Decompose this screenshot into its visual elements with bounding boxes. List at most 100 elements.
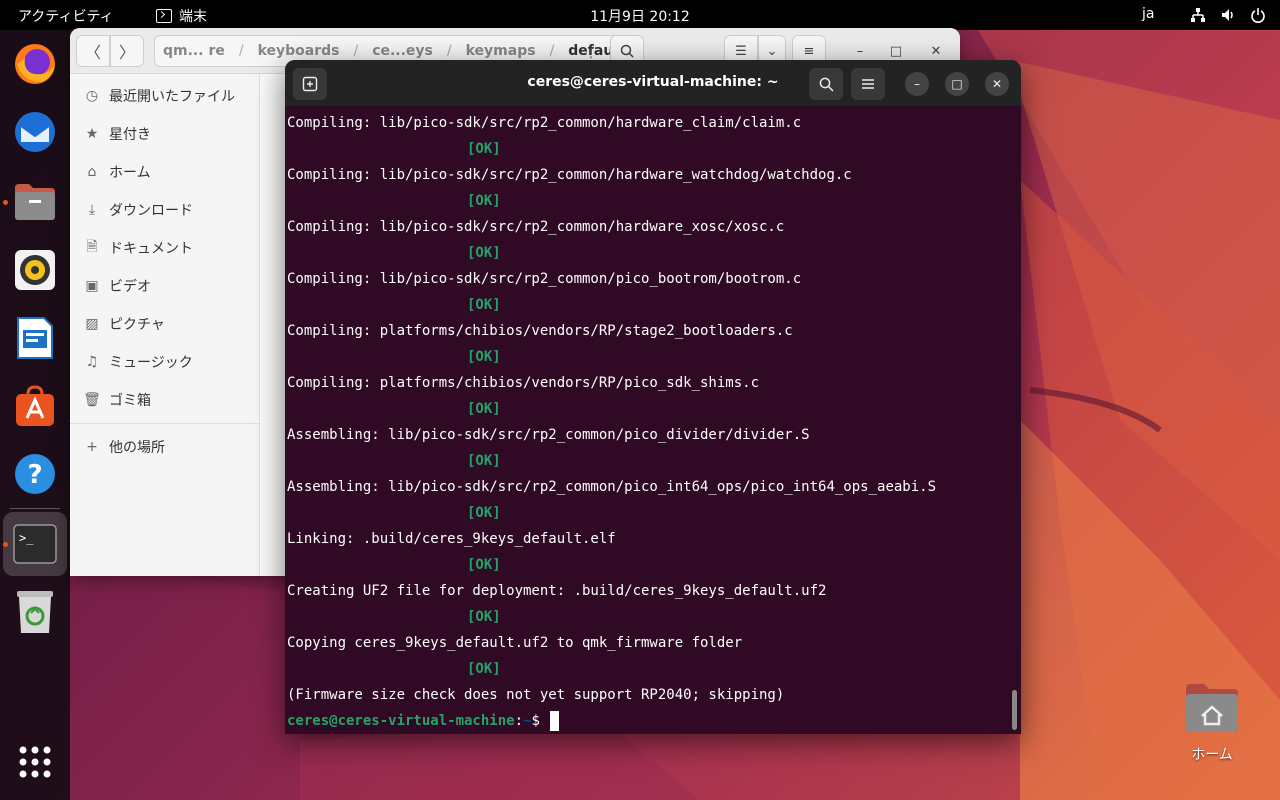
terminal-prompt-line[interactable]: ceres@ceres-virtual-machine:~$ xyxy=(287,708,560,734)
places-sidebar: ◷ 最近開いたファイル ★ 星付き ⌂ ホーム ⤓ ダウンロード 🗎 ドキュメント ▣ ビデ… xyxy=(70,74,260,576)
home-icon: ⌂ xyxy=(87,164,97,180)
input-language-indicator[interactable]: ja xyxy=(1142,6,1154,22)
terminal-minimize-button[interactable]: – xyxy=(905,72,929,96)
svg-text:>_: >_ xyxy=(19,531,34,545)
terminal-ok-line: [OK] xyxy=(467,661,501,677)
sidebar-item-label: 他の場所 xyxy=(109,440,165,456)
terminal-ok-line: [OK] xyxy=(467,609,501,625)
clock-icon: ◷ xyxy=(85,88,99,104)
dock-separator xyxy=(10,508,60,509)
kebab-menu-icon: ⋮ xyxy=(584,45,598,61)
close-icon: ✕ xyxy=(930,43,942,59)
thunderbird-icon[interactable] xyxy=(11,108,59,156)
home-folder-icon xyxy=(1186,684,1238,732)
chevron-down-icon: ⌄ xyxy=(766,43,778,59)
terminal-line: Assembling: lib/pico-sdk/src/rp2_common/… xyxy=(287,479,937,495)
writer-icon[interactable] xyxy=(11,314,59,362)
help-icon[interactable]: ? xyxy=(11,450,59,498)
activities-button[interactable]: アクティビティ xyxy=(18,6,114,26)
terminal-ok-line: [OK] xyxy=(467,505,501,521)
forward-button[interactable]: 〉 xyxy=(110,35,144,67)
picture-icon: ▨ xyxy=(85,316,99,332)
path-separator: / xyxy=(353,43,359,59)
terminal-ok-line: [OK] xyxy=(467,297,501,313)
plus-icon: + xyxy=(86,439,98,455)
svg-text:?: ? xyxy=(27,460,42,490)
terminal-icon xyxy=(156,9,172,23)
terminal-line: Assembling: lib/pico-sdk/src/rp2_common/… xyxy=(287,427,810,443)
path-segment[interactable]: keyboards xyxy=(258,43,340,59)
app-menu[interactable]: 端末 xyxy=(156,6,207,26)
sidebar-item-downloads[interactable]: ⤓ ダウンロード xyxy=(84,195,193,225)
terminal-close-button[interactable]: ✕ xyxy=(985,72,1009,96)
search-icon xyxy=(620,44,634,58)
path-segment[interactable]: ce...eys xyxy=(372,43,433,59)
chevron-right-icon: 〉 xyxy=(118,43,135,62)
star-icon: ★ xyxy=(85,126,99,142)
sidebar-item-label: 最近開いたファイル xyxy=(109,89,235,105)
sidebar-item-home[interactable]: ⌂ ホーム xyxy=(84,157,151,187)
path-segment[interactable]: qm... re xyxy=(163,43,225,59)
terminal-line: Linking: .build/ceres_9keys_default.elf xyxy=(287,531,616,547)
dock: ? >_ xyxy=(0,30,70,800)
terminal-scrollbar[interactable] xyxy=(1012,690,1017,730)
terminal-ok-line: [OK] xyxy=(467,245,501,261)
rhythmbox-icon[interactable] xyxy=(11,246,59,294)
sidebar-item-music[interactable]: ♫ ミュージック xyxy=(84,347,193,377)
terminal-menu-button[interactable] xyxy=(851,68,885,100)
terminal-ok-line: [OK] xyxy=(467,557,501,573)
top-bar: アクティビティ 端末 11月9日 20:12 ja xyxy=(0,0,1280,30)
files-icon[interactable] xyxy=(11,178,59,226)
system-tray[interactable] xyxy=(1190,7,1266,23)
sidebar-item-recent[interactable]: ◷ 最近開いたファイル xyxy=(84,81,235,111)
sidebar-item-pictures[interactable]: ▨ ピクチャ xyxy=(84,309,165,339)
firefox-icon[interactable] xyxy=(11,40,59,88)
sidebar-item-label: 星付き xyxy=(109,127,151,143)
app-name: 端末 xyxy=(179,9,207,25)
software-icon[interactable] xyxy=(11,382,59,430)
sidebar-item-videos[interactable]: ▣ ビデオ xyxy=(84,271,151,301)
sidebar-item-trash[interactable]: 🗑 ゴミ箱 xyxy=(83,385,151,415)
terminal-line: Compiling: platforms/chibios/vendors/RP/… xyxy=(287,323,793,339)
document-icon: 🗎 xyxy=(86,239,98,255)
terminal-line: Compiling: lib/pico-sdk/src/rp2_common/h… xyxy=(287,115,802,131)
back-button[interactable]: 〈 xyxy=(76,35,110,67)
terminal-line: Compiling: lib/pico-sdk/src/rp2_common/h… xyxy=(287,219,785,235)
terminal-ok-line: [OK] xyxy=(467,349,501,365)
path-separator: / xyxy=(549,43,555,59)
hamburger-icon xyxy=(862,79,874,89)
prompt-separator: : xyxy=(514,713,524,729)
power-icon xyxy=(1250,7,1266,23)
sidebar-item-label: ピクチャ xyxy=(109,317,165,333)
app-grid-icon[interactable] xyxy=(11,738,59,786)
terminal-icon[interactable]: >_ xyxy=(11,520,59,568)
terminal-line: Compiling: platforms/chibios/vendors/RP/… xyxy=(287,375,760,391)
minimize-icon: – xyxy=(914,77,920,91)
terminal-maximize-button[interactable]: □ xyxy=(945,72,969,96)
path-separator: / xyxy=(446,43,452,59)
trash-icon: 🗑 xyxy=(83,392,101,408)
sidebar-item-label: ゴミ箱 xyxy=(109,393,151,409)
sidebar-item-starred[interactable]: ★ 星付き xyxy=(84,119,151,149)
sidebar-item-label: ビデオ xyxy=(109,279,151,295)
sidebar-item-other-locations[interactable]: + 他の場所 xyxy=(84,432,165,462)
terminal-headerbar: ceres@ceres-virtual-machine: ~ – □ ✕ xyxy=(285,60,1021,106)
sidebar-item-label: ドキュメント xyxy=(109,241,193,257)
trash-icon[interactable] xyxy=(11,588,59,636)
sidebar-item-documents[interactable]: 🗎 ドキュメント xyxy=(84,233,193,263)
hamburger-icon: ≡ xyxy=(803,43,815,59)
desktop-icon-label: ホーム xyxy=(1191,747,1233,763)
prompt-symbol: $ xyxy=(531,713,549,729)
terminal-search-button[interactable] xyxy=(809,68,843,100)
chevron-left-icon: 〈 xyxy=(84,43,101,62)
terminal-line: Copying ceres_9keys_default.uf2 to qmk_f… xyxy=(287,635,743,651)
path-segment[interactable]: keymaps xyxy=(466,43,536,59)
terminal-output[interactable]: Compiling: lib/pico-sdk/src/rp2_common/h… xyxy=(285,110,1007,734)
desktop-home-folder[interactable]: ホーム xyxy=(1178,680,1246,770)
terminal-ok-line: [OK] xyxy=(467,141,501,157)
terminal-ok-line: [OK] xyxy=(467,401,501,417)
terminal-ok-line: [OK] xyxy=(467,453,501,469)
sidebar-separator xyxy=(70,423,260,424)
running-indicator xyxy=(3,200,8,205)
terminal-line: Compiling: lib/pico-sdk/src/rp2_common/h… xyxy=(287,167,852,183)
